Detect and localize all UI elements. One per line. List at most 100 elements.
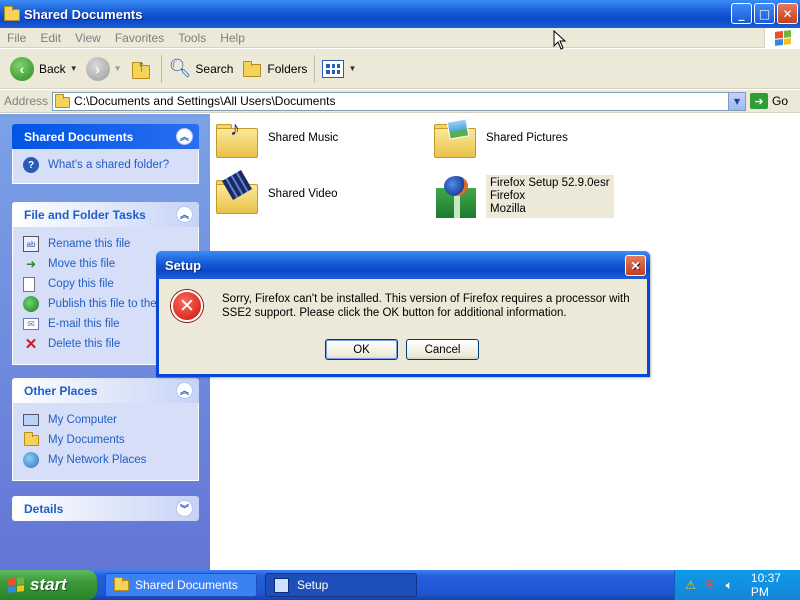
copy-icon xyxy=(23,276,35,292)
search-icon: 🔍︎ xyxy=(168,58,192,78)
chevron-up-icon[interactable]: ︽ xyxy=(176,382,193,399)
menu-edit[interactable]: Edit xyxy=(33,31,68,45)
task-label: Copy this file xyxy=(48,278,114,290)
taskbar: start Shared Documents Setup ⚠︎ ⛨ 🔈︎ 10:… xyxy=(0,570,800,600)
minimize-icon: _ xyxy=(738,6,745,21)
file-item-shared-video[interactable]: Shared Video xyxy=(216,169,337,214)
back-arrow-icon: ‹ xyxy=(10,56,34,81)
toolbar: ‹ Back ▼ › ▼ ↑ 🔍︎ Search Folders ▼ xyxy=(0,49,800,89)
up-folder-button[interactable]: ↑ xyxy=(126,52,158,86)
file-label: Firefox Setup 52.9.0esr xyxy=(490,176,610,189)
other-places-panel-header[interactable]: Other Places ︽ xyxy=(12,378,199,403)
taskbar-item-shared-documents[interactable]: Shared Documents xyxy=(105,573,257,597)
menu-view[interactable]: View xyxy=(68,31,108,45)
go-button[interactable]: ➜ Go xyxy=(750,93,788,109)
folders-button[interactable]: Folders xyxy=(237,52,311,86)
menu-file[interactable]: File xyxy=(0,31,33,45)
address-input[interactable]: C:\Documents and Settings\All Users\Docu… xyxy=(52,91,747,111)
window-title: Shared Documents xyxy=(24,6,143,22)
panel-title: File and Folder Tasks xyxy=(24,207,146,222)
file-description: Firefox xyxy=(490,189,526,202)
details-panel: Details ︾ xyxy=(12,496,199,521)
search-button[interactable]: 🔍︎ Search xyxy=(165,52,238,86)
setup-icon xyxy=(274,577,289,593)
mouse-cursor-icon xyxy=(553,30,567,50)
taskbar-item-label: Setup xyxy=(297,578,329,592)
music-folder-icon: ♪ xyxy=(216,118,260,158)
chevron-down-icon[interactable]: ︾ xyxy=(176,500,193,517)
folder-icon xyxy=(4,6,20,21)
task-label: Delete this file xyxy=(48,338,121,350)
video-folder-icon xyxy=(216,169,260,214)
go-arrow-icon: ➜ xyxy=(750,93,769,109)
details-panel-header[interactable]: Details ︾ xyxy=(12,496,199,521)
shared-documents-panel: Shared Documents ︽ ? What's a shared fol… xyxy=(12,124,199,184)
place-label: My Network Places xyxy=(48,454,147,466)
taskbar-item-label: Shared Documents xyxy=(135,578,238,592)
dialog-message: Sorry, Firefox can't be installed. This … xyxy=(222,293,630,319)
maximize-icon: □ xyxy=(758,6,771,21)
delete-icon: ✕ xyxy=(24,336,38,353)
start-button[interactable]: start xyxy=(0,570,97,600)
dialog-titlebar[interactable]: Setup ✕ xyxy=(156,251,650,279)
security-alert-icon[interactable]: ⛨ xyxy=(702,577,717,593)
up-folder-icon: ↑ xyxy=(130,58,154,80)
menu-favorites[interactable]: Favorites xyxy=(108,31,171,45)
error-icon: ✕ xyxy=(171,290,203,322)
move-icon: ➜ xyxy=(25,257,37,271)
forward-arrow-icon: › xyxy=(85,56,110,81)
task-label: E-mail this file xyxy=(48,318,120,330)
chevron-up-icon[interactable]: ︽ xyxy=(176,128,193,145)
chevron-down-icon[interactable]: ▼ xyxy=(348,64,356,73)
forward-button[interactable]: › ▼ xyxy=(82,52,126,86)
menu-tools[interactable]: Tools xyxy=(171,31,213,45)
file-item-firefox-setup[interactable]: Firefox Setup 52.9.0esr Firefox Mozilla xyxy=(434,174,614,218)
back-button[interactable]: ‹ Back ▼ xyxy=(6,52,82,86)
close-button[interactable]: ✕ xyxy=(777,3,798,24)
panel-title: Details xyxy=(24,501,64,516)
menu-bar: File Edit View Favorites Tools Help xyxy=(0,28,800,48)
maximize-button[interactable]: □ xyxy=(754,3,775,24)
volume-icon[interactable]: 🔈︎ xyxy=(722,577,737,593)
taskbar-item-setup[interactable]: Setup xyxy=(265,573,417,597)
window-titlebar[interactable]: Shared Documents _ □ ✕ xyxy=(0,0,800,28)
cancel-label: Cancel xyxy=(424,343,461,356)
dialog-close-button[interactable]: ✕ xyxy=(625,255,646,276)
computer-icon xyxy=(23,414,39,426)
file-info: Firefox Setup 52.9.0esr Firefox Mozilla xyxy=(486,174,614,218)
place-my-documents[interactable]: My Documents xyxy=(23,430,198,450)
setup-dialog: Setup ✕ ✕ Sorry, Firefox can't be instal… xyxy=(156,251,650,377)
views-icon xyxy=(322,59,345,78)
cancel-button[interactable]: Cancel xyxy=(406,339,479,360)
views-button[interactable]: ▼ xyxy=(318,52,360,86)
minimize-button[interactable]: _ xyxy=(731,3,752,24)
toolbar-separator xyxy=(160,54,162,83)
menu-help[interactable]: Help xyxy=(213,31,252,45)
rename-icon: ab xyxy=(23,236,39,252)
address-bar: Address C:\Documents and Settings\All Us… xyxy=(0,90,800,113)
file-item-shared-pictures[interactable]: Shared Pictures xyxy=(434,118,568,158)
address-dropdown-button[interactable]: ▼ xyxy=(728,92,746,110)
documents-folder-icon xyxy=(23,431,39,448)
chevron-down-icon: ▼ xyxy=(733,96,741,106)
place-my-computer[interactable]: My Computer xyxy=(23,410,198,430)
task-label: What's a shared folder? xyxy=(48,159,170,171)
chevron-down-icon[interactable]: ▼ xyxy=(114,64,122,73)
back-label: Back xyxy=(39,61,66,76)
file-item-shared-music[interactable]: ♪ Shared Music xyxy=(216,118,338,158)
place-my-network[interactable]: My Network Places xyxy=(23,450,198,470)
chevron-up-icon[interactable]: ︽ xyxy=(176,206,193,223)
task-whats-shared-folder[interactable]: ? What's a shared folder? xyxy=(23,155,198,175)
file-label: Shared Pictures xyxy=(486,132,568,144)
place-label: My Computer xyxy=(48,414,118,426)
windows-logo-icon xyxy=(764,28,800,48)
file-folder-tasks-panel-header[interactable]: File and Folder Tasks ︽ xyxy=(12,202,199,227)
safely-remove-hardware-icon[interactable]: ⚠︎ xyxy=(683,577,698,593)
chevron-down-icon[interactable]: ▼ xyxy=(70,64,78,73)
shared-documents-panel-header[interactable]: Shared Documents ︽ xyxy=(12,124,199,149)
ok-button[interactable]: OK xyxy=(325,339,398,360)
task-label: Rename this file xyxy=(48,238,131,250)
ok-label: OK xyxy=(353,343,370,356)
address-path: C:\Documents and Settings\All Users\Docu… xyxy=(74,94,336,108)
globe-icon xyxy=(23,296,39,312)
